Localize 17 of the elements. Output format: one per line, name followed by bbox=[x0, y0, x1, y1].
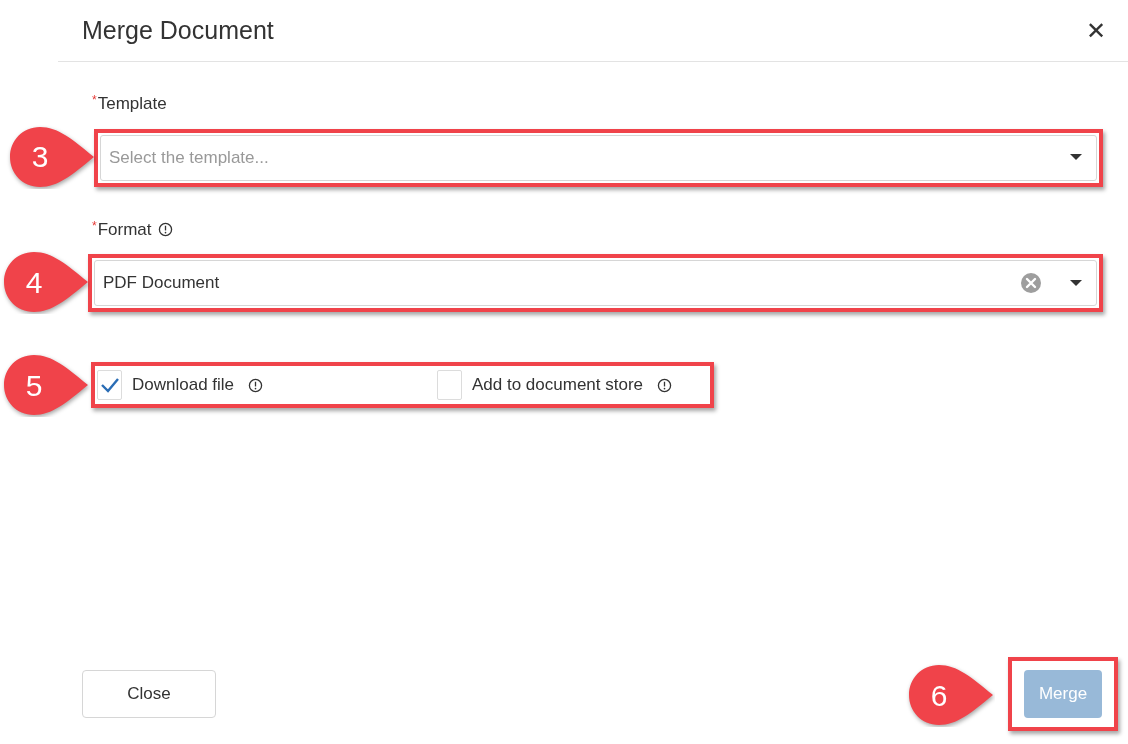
info-icon[interactable] bbox=[657, 377, 673, 393]
caret-icon[interactable] bbox=[1070, 279, 1082, 287]
checkbox-label[interactable]: Add to document store bbox=[472, 372, 644, 398]
dialog-title: Merge Document bbox=[82, 14, 274, 46]
checkbox[interactable] bbox=[97, 370, 122, 400]
field-label: Template bbox=[97, 93, 167, 115]
required-mark: * bbox=[92, 217, 97, 235]
checkbox-label[interactable]: Download file bbox=[132, 372, 235, 398]
info-icon[interactable] bbox=[157, 221, 173, 237]
close-button[interactable]: Close bbox=[82, 670, 216, 718]
caret-icon[interactable] bbox=[1070, 154, 1082, 161]
field-label: Format bbox=[97, 218, 152, 241]
clear-icon[interactable] bbox=[1020, 272, 1042, 294]
info-icon[interactable] bbox=[248, 377, 264, 393]
required-mark: * bbox=[92, 92, 97, 109]
dropdown-field[interactable]: PDF Document bbox=[94, 260, 1097, 306]
checkbox[interactable] bbox=[437, 370, 462, 400]
